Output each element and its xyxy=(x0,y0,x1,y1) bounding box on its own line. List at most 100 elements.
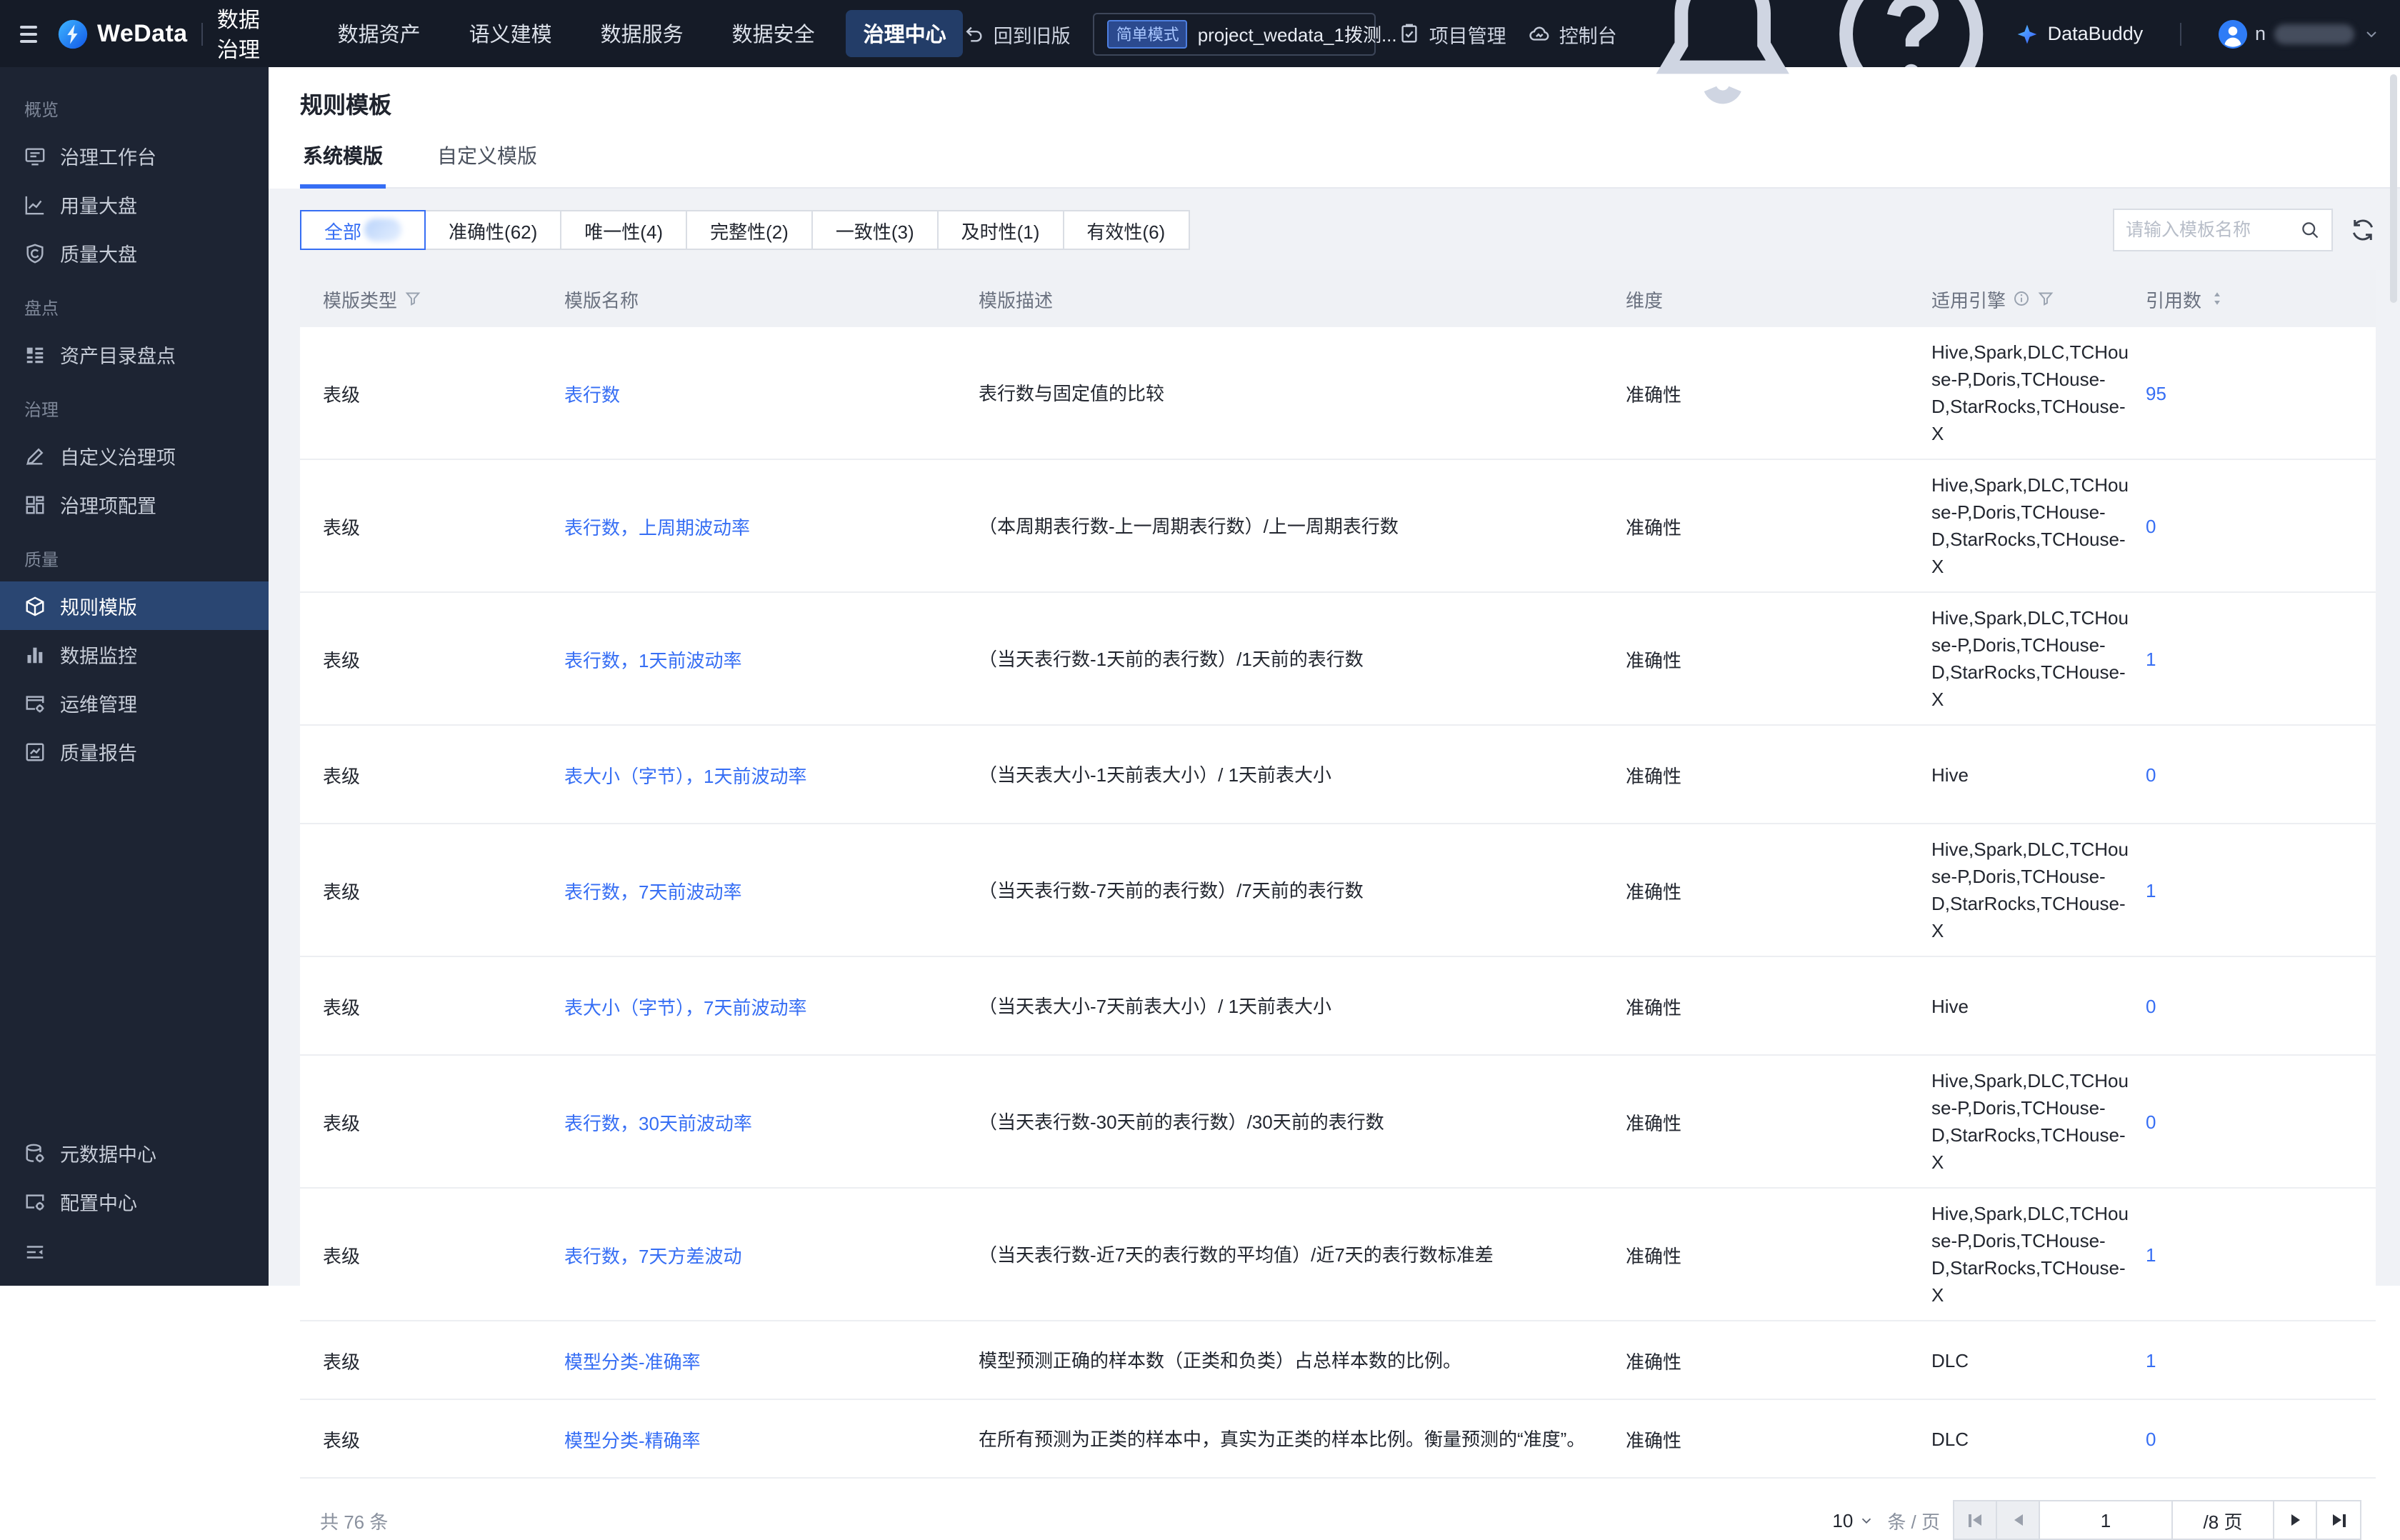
table-header-row: 模版类型 模版名称 模版描述 维度 适用引擎 引用数 xyxy=(300,270,2376,327)
ref-count-link[interactable]: 0 xyxy=(2146,995,2156,1016)
sort-icon[interactable] xyxy=(2209,290,2226,307)
refresh-icon xyxy=(2350,217,2376,243)
sidebar-section-title: 质量 xyxy=(24,550,59,570)
template-type-cell: 表级 xyxy=(323,881,361,902)
sidebar-item-1-3[interactable]: 质量大盘 xyxy=(0,229,269,277)
template-name-link[interactable]: 表行数，30天前波动率 xyxy=(564,1112,752,1134)
sidebar-item-label: 治理项配置 xyxy=(60,496,156,517)
scrollbar-thumb[interactable] xyxy=(2390,74,2397,303)
menu-icon[interactable] xyxy=(20,25,37,42)
quality-shield-icon xyxy=(24,242,46,264)
ref-count-link[interactable]: 0 xyxy=(2146,1428,2156,1449)
notification-bell[interactable]: 38 xyxy=(1640,0,1805,116)
sidebar-item-label: 质量大盘 xyxy=(60,244,137,266)
sidebar-section-title: 概览 xyxy=(24,100,59,120)
column-header-type: 模版类型 xyxy=(300,285,564,312)
project-management-link[interactable]: 项目管理 xyxy=(1399,19,1506,48)
sidebar-item-3-2[interactable]: 治理项配置 xyxy=(0,480,269,529)
template-name-cell: 表行数，7天前波动率 xyxy=(564,876,979,904)
sidebar-item-4-3[interactable]: 运维管理 xyxy=(0,679,269,727)
template-name-link[interactable]: 表行数，上周期波动率 xyxy=(564,516,750,538)
usage-chart-icon xyxy=(24,194,46,215)
engines-cell: Hive,Spark,DLC,TCHouse-P,Doris,TCHouse-D… xyxy=(1931,839,2129,941)
sidebar-footer-item-2[interactable]: 配置中心 xyxy=(0,1177,269,1226)
template-name-link[interactable]: 表大小（字节），1天前波动率 xyxy=(564,765,806,786)
template-name-link[interactable]: 表行数，7天前波动率 xyxy=(564,881,741,902)
databuddy-link[interactable]: DataBuddy xyxy=(2016,22,2144,45)
next-page-button[interactable] xyxy=(2274,1501,2317,1539)
filter-funnel-icon[interactable] xyxy=(2037,290,2054,307)
collapse-sidebar-button[interactable] xyxy=(0,1226,269,1277)
ref-count-link[interactable]: 95 xyxy=(2146,382,2166,404)
table-row: 表级 表大小（字节），7天前波动率 （当天表大小-7天前表大小）/ 1天前表大小 准确… xyxy=(300,957,2376,1056)
column-header-name: 模版名称 xyxy=(564,289,639,311)
template-name-link[interactable]: 表大小（字节），7天前波动率 xyxy=(564,996,806,1018)
page-size-select[interactable]: 10 xyxy=(1832,1509,1874,1531)
nav-item-1[interactable]: 数据资产 xyxy=(321,10,438,57)
sidebar-item-1-2[interactable]: 用量大盘 xyxy=(0,180,269,229)
nav-item-3[interactable]: 数据服务 xyxy=(584,10,701,57)
filter-chip-6[interactable]: 及时性(1) xyxy=(936,210,1064,250)
sidebar-item-label: 规则模版 xyxy=(60,597,137,619)
nav-item-5[interactable]: 治理中心 xyxy=(846,10,964,57)
sidebar-item-3-1[interactable]: 自定义治理项 xyxy=(0,431,269,480)
ref-count-link[interactable]: 0 xyxy=(2146,515,2156,536)
project-name: project_wedata_1拨测... xyxy=(1197,24,1397,46)
tab-1[interactable]: 系统模版 xyxy=(300,141,386,189)
product-name: 数据治理 xyxy=(216,8,260,62)
ref-count-cell: 1 xyxy=(2146,648,2376,669)
rule-template-icon xyxy=(24,595,46,616)
engines-cell: DLC xyxy=(1931,1428,1969,1449)
sidebar-footer-item-1[interactable]: 元数据中心 xyxy=(0,1129,269,1177)
prev-page-button[interactable] xyxy=(1997,1501,2040,1539)
filter-chip-4[interactable]: 完整性(2) xyxy=(686,210,813,250)
sidebar-item-4-1[interactable]: 规则模版 xyxy=(0,581,269,630)
workbench-icon xyxy=(24,145,46,166)
info-circle-icon[interactable] xyxy=(2013,290,2030,307)
refresh-button[interactable] xyxy=(2350,217,2376,243)
template-name-link[interactable]: 模型分类-准确率 xyxy=(564,1351,701,1372)
ref-count-link[interactable]: 0 xyxy=(2146,764,2156,785)
first-page-button[interactable] xyxy=(1954,1501,1997,1539)
back-to-old-version-link[interactable]: 回到旧版 xyxy=(964,19,1071,48)
table-body: 表级 表行数 表行数与固定值的比较 准确性 Hive,Spark,DLC,TCHouse… xyxy=(300,327,2376,1479)
filter-chip-5[interactable]: 一致性(3) xyxy=(811,210,939,250)
filter-chip-2[interactable]: 准确性(62) xyxy=(424,210,562,250)
ref-count-link[interactable]: 1 xyxy=(2146,1349,2156,1371)
sidebar-footer: 元数据中心 配置中心 xyxy=(0,1129,269,1286)
console-link[interactable]: 控制台 xyxy=(1529,19,1617,48)
template-name-link[interactable]: 模型分类-精确率 xyxy=(564,1429,701,1451)
tab-2[interactable]: 自定义模版 xyxy=(434,141,540,187)
sidebar-item-4-4[interactable]: 质量报告 xyxy=(0,727,269,776)
template-name-link[interactable]: 表行数 xyxy=(564,384,620,405)
page-number-input[interactable]: 1 xyxy=(2040,1501,2173,1539)
template-name-link[interactable]: 表行数，1天前波动率 xyxy=(564,649,741,671)
page-size-unit: 条 / 页 xyxy=(1887,1511,1940,1532)
databuddy-label: DataBuddy xyxy=(2047,23,2144,44)
user-divider xyxy=(2180,22,2181,45)
last-page-button[interactable] xyxy=(2317,1501,2360,1539)
user-menu[interactable]: n xyxy=(2218,19,2380,48)
project-selector[interactable]: 简单模式 project_wedata_1拨测... xyxy=(1093,12,1397,55)
engines-cell: Hive,Spark,DLC,TCHouse-P,Doris,TCHouse-D… xyxy=(1931,607,2129,710)
page-header: 规则模板 系统模版 自定义模版 xyxy=(269,67,2400,189)
filter-chip-7[interactable]: 有效性(6) xyxy=(1062,210,1190,250)
app-window: WeData 数据治理 数据资产 语义建模 数据服务 数据安全 治理中心 回到旧版 简单… xyxy=(0,0,2400,1540)
ref-count-cell: 95 xyxy=(2146,382,2376,404)
search-input[interactable] xyxy=(2114,220,2300,240)
ref-count-link[interactable]: 1 xyxy=(2146,1244,2156,1265)
filter-chip-1[interactable]: 全部 xyxy=(300,210,426,250)
sidebar-item-1-1[interactable]: 治理工作台 xyxy=(0,131,269,180)
search-icon[interactable] xyxy=(2300,220,2320,240)
clipboard-check-icon xyxy=(1399,23,1421,44)
ref-count-link[interactable]: 1 xyxy=(2146,879,2156,901)
ref-count-link[interactable]: 0 xyxy=(2146,1111,2156,1132)
filter-funnel-icon[interactable] xyxy=(404,290,421,307)
nav-item-2[interactable]: 语义建模 xyxy=(452,10,569,57)
sidebar-item-4-2[interactable]: 数据监控 xyxy=(0,630,269,679)
ref-count-link[interactable]: 1 xyxy=(2146,648,2156,669)
nav-item-4[interactable]: 数据安全 xyxy=(715,10,832,57)
template-name-link[interactable]: 表行数，7天方差波动 xyxy=(564,1245,741,1266)
sidebar-item-2-1[interactable]: 资产目录盘点 xyxy=(0,330,269,379)
filter-chip-3[interactable]: 唯一性(4) xyxy=(560,210,688,250)
